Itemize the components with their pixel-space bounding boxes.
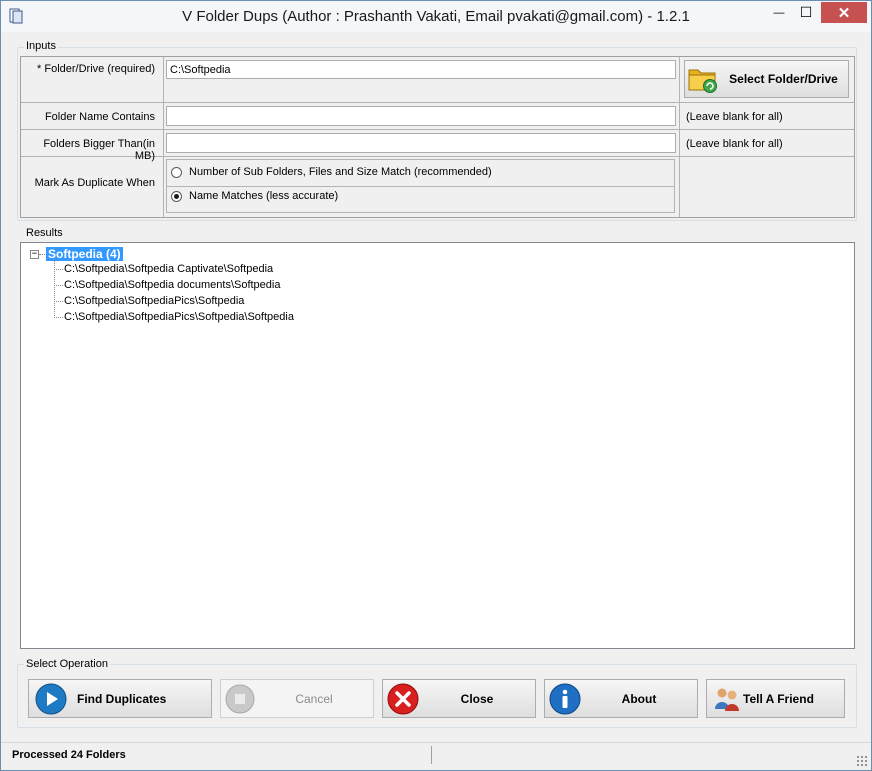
maximize-button[interactable]: ☐ [793, 2, 819, 23]
folder-name-contains-label: Folder Name Contains [44, 111, 155, 123]
play-icon [35, 683, 67, 715]
tree-connector [54, 317, 63, 318]
minimize-button[interactable]: — [766, 2, 792, 23]
window-title: V Folder Dups (Author : Prashanth Vakati… [182, 8, 690, 25]
close-circle-icon [387, 683, 419, 715]
option-name-matches[interactable]: Name Matches (less accurate) [171, 190, 338, 202]
cancel-label: Cancel [295, 691, 333, 706]
folder-icon [687, 64, 719, 94]
close-button[interactable]: Close [382, 679, 536, 718]
radio-name-matches[interactable] [171, 190, 182, 202]
cancel-button[interactable]: Cancel [220, 679, 374, 718]
name-contains-hint: (Leave blank for all) [686, 111, 783, 123]
mark-duplicate-label: Mark As Duplicate When [34, 177, 155, 189]
select-folder-button[interactable]: Select Folder/Drive [684, 60, 849, 98]
close-label: Close [460, 691, 494, 706]
main-window: V Folder Dups (Author : Prashanth Vakati… [0, 0, 872, 771]
tree-item[interactable]: C:\Softpedia\SoftpediaPics\Softpedia [64, 295, 244, 307]
stop-icon [225, 684, 255, 714]
folders-bigger-than-label: Folders Bigger Than(in MB) [43, 138, 155, 162]
find-duplicates-label: Find Duplicates [77, 691, 167, 706]
status-text: Processed 24 Folders [12, 749, 126, 761]
operations-group-label: Select Operation [24, 658, 110, 670]
title-bar[interactable]: V Folder Dups (Author : Prashanth Vakati… [1, 1, 871, 32]
info-icon [549, 683, 581, 715]
maximize-icon: ☐ [799, 4, 813, 20]
results-tree[interactable]: − Softpedia (4) C:\Softpedia\Softpedia C… [20, 242, 855, 649]
tree-connector [39, 254, 45, 255]
users-icon [713, 685, 741, 713]
folder-drive-input[interactable] [166, 60, 676, 79]
tree-item[interactable]: C:\Softpedia\Softpedia Captivate\Softped… [64, 263, 273, 275]
folder-name-contains-input[interactable] [166, 106, 676, 126]
folders-bigger-than-input[interactable] [166, 133, 676, 153]
radio-sub-folders-match[interactable] [171, 166, 182, 178]
status-bar: Processed 24 Folders [1, 742, 871, 770]
tree-item[interactable]: C:\Softpedia\SoftpediaPics\Softpedia\Sof… [64, 311, 294, 323]
tell-a-friend-button[interactable]: Tell A Friend [706, 679, 845, 718]
inputs-group-label: Inputs [24, 40, 58, 52]
tree-connector [54, 301, 63, 302]
about-label: About [621, 691, 657, 706]
tree-connector [54, 285, 63, 286]
select-folder-label: Select Folder/Drive [729, 72, 838, 86]
find-duplicates-button[interactable]: Find Duplicates [28, 679, 212, 718]
tree-item[interactable]: C:\Softpedia\Softpedia documents\Softped… [64, 279, 280, 291]
tree-connector [54, 269, 63, 270]
cell [680, 157, 854, 217]
tell-a-friend-label: Tell A Friend [743, 691, 814, 706]
option-sub-folders-match[interactable]: Number of Sub Folders, Files and Size Ma… [171, 166, 492, 178]
option-2-label: Name Matches (less accurate) [189, 190, 339, 202]
app-icon [9, 8, 23, 24]
minimize-icon: — [773, 6, 785, 19]
folder-drive-label: * Folder/Drive (required) [37, 63, 155, 75]
bigger-than-hint: (Leave blank for all) [686, 138, 783, 150]
option-1-label: Number of Sub Folders, Files and Size Ma… [189, 166, 492, 178]
close-icon: ✕ [837, 4, 851, 22]
close-window-button[interactable]: ✕ [821, 2, 867, 23]
status-separator [431, 746, 432, 764]
resize-grip-icon[interactable] [856, 755, 867, 766]
about-button[interactable]: About [544, 679, 698, 718]
results-group-label: Results [24, 227, 65, 239]
tree-root-node[interactable]: Softpedia (4) [46, 247, 123, 261]
collapse-icon[interactable]: − [30, 250, 39, 259]
